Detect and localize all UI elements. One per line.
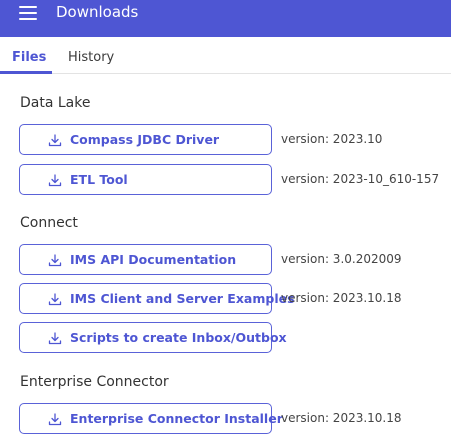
version-text: version: 2023.10.18 — [281, 291, 402, 305]
version-text: version: 3.0.202009 — [281, 252, 402, 266]
download-icon — [48, 413, 62, 426]
download-button-label: ETL Tool — [70, 172, 128, 187]
section-title-enterprise-connector: Enterprise Connector — [20, 374, 169, 390]
section-title-connect: Connect — [20, 215, 78, 231]
download-icon — [48, 332, 62, 345]
download-icon — [48, 134, 62, 147]
download-button-label: Scripts to create Inbox/Outbox — [70, 330, 287, 345]
tab-history[interactable]: History — [68, 50, 114, 65]
section-title-data-lake: Data Lake — [20, 95, 91, 111]
app-bar: Downloads — [0, 0, 451, 37]
download-button-label: IMS API Documentation — [70, 252, 237, 267]
download-button-label: Enterprise Connector Installer — [70, 411, 283, 426]
hamburger-menu-icon[interactable] — [19, 6, 37, 20]
tab-files[interactable]: Files — [12, 50, 46, 65]
download-icon — [48, 293, 62, 306]
download-button-etl-tool[interactable]: ETL Tool — [19, 164, 272, 195]
page-title: Downloads — [56, 3, 139, 21]
download-button-label: IMS Client and Server Examples — [70, 291, 295, 306]
download-button-label: Compass JDBC Driver — [70, 132, 220, 147]
download-button-ims-client-server-examples[interactable]: IMS Client and Server Examples — [19, 283, 295, 314]
download-icon — [48, 254, 62, 267]
active-tab-indicator — [0, 71, 52, 74]
download-icon — [48, 174, 62, 187]
tab-bar: Files History — [0, 44, 451, 74]
download-button-ims-api-documentation[interactable]: IMS API Documentation — [19, 244, 272, 275]
version-text: version: 2023-10_610-157 — [281, 172, 440, 186]
version-text: version: 2023.10.18 — [281, 411, 402, 425]
version-text: version: 2023.10 — [281, 132, 383, 146]
download-button-scripts-inbox-outbox[interactable]: Scripts to create Inbox/Outbox — [19, 322, 287, 353]
download-button-compass-jdbc-driver[interactable]: Compass JDBC Driver — [19, 124, 272, 155]
download-button-enterprise-connector-installer[interactable]: Enterprise Connector Installer — [19, 403, 283, 434]
